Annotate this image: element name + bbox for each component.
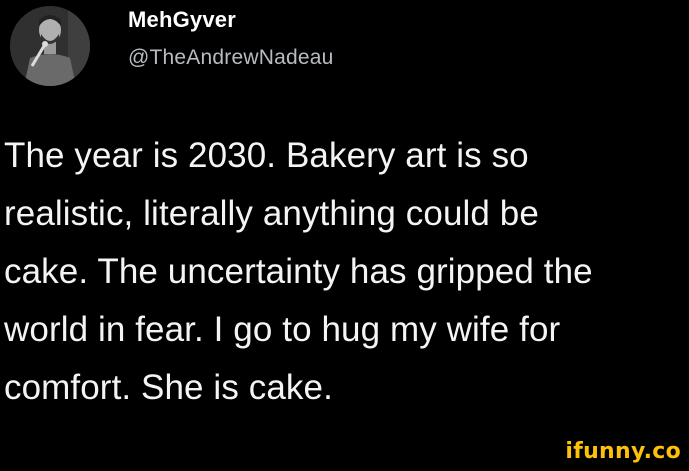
tweet-text-line: cake. The uncertainty has gripped the bbox=[4, 252, 593, 291]
tweet-text-line: realistic, literally anything could be bbox=[4, 194, 539, 233]
tweet-card: MehGyver @TheAndrewNadeau The year is 20… bbox=[0, 0, 689, 471]
tweet-text-line: The year is 2030. Bakery art is so bbox=[4, 136, 529, 175]
tweet-text: The year is 2030. Bakery art is so reali… bbox=[4, 127, 689, 417]
display-name[interactable]: MehGyver bbox=[128, 6, 333, 34]
user-handle[interactable]: @TheAndrewNadeau bbox=[128, 43, 333, 73]
author-identity: MehGyver @TheAndrewNadeau bbox=[128, 6, 333, 73]
ifunny-watermark: ifunny.co bbox=[565, 439, 681, 464]
tweet-header: MehGyver @TheAndrewNadeau bbox=[10, 6, 333, 86]
tweet-text-line: world in fear. I go to hug my wife for bbox=[4, 310, 561, 349]
profile-photo-icon bbox=[10, 6, 90, 86]
tweet-text-line: comfort. She is cake. bbox=[4, 368, 333, 407]
avatar[interactable] bbox=[10, 6, 90, 86]
